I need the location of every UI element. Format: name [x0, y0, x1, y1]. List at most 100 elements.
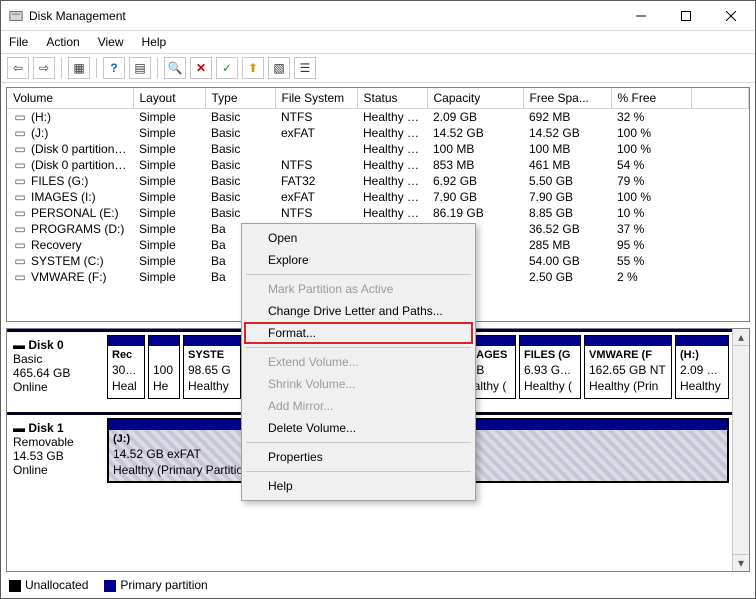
- legend-primary: Primary partition: [104, 578, 207, 592]
- cell: Basic: [205, 141, 275, 157]
- disk0-partition[interactable]: (H:)2.09 GBHealthy: [675, 335, 729, 399]
- partition-name: Rec: [112, 349, 132, 361]
- disk1-name: Disk 1: [28, 421, 63, 435]
- disk-management-window: Disk Management File Action View Help ⇦ …: [0, 0, 756, 599]
- search-icon[interactable]: 🔍: [164, 57, 186, 79]
- volume-icon: ▭: [13, 254, 27, 268]
- cell: Simple: [133, 125, 205, 141]
- ctx-mark-active: Mark Partition as Active: [244, 278, 473, 300]
- swatch-black: [9, 580, 21, 592]
- column-header[interactable]: File System: [275, 88, 357, 109]
- menu-help[interactable]: Help: [140, 33, 169, 51]
- ctx-separator: [246, 274, 471, 275]
- menu-view[interactable]: View: [96, 33, 126, 51]
- ctx-properties[interactable]: Properties: [244, 446, 473, 468]
- titlebar[interactable]: Disk Management: [1, 1, 755, 31]
- scroll-up-icon[interactable]: ▴: [733, 329, 749, 346]
- column-header[interactable]: Status: [357, 88, 427, 109]
- cell: 100 MB: [427, 141, 523, 157]
- volume-icon: ▭: [13, 174, 27, 188]
- toolbar-separator: [157, 58, 158, 78]
- volume-row[interactable]: ▭IMAGES (I:)SimpleBasicexFATHealthy (P..…: [7, 189, 749, 205]
- disk0-size: 465.64 GB: [13, 366, 70, 380]
- partition-status: Healthy (: [524, 379, 572, 393]
- cell: Basic: [205, 109, 275, 126]
- cell: ▭PERSONAL (E:): [7, 205, 133, 221]
- partition-size: 6.93 GB F: [524, 363, 579, 377]
- menu-action[interactable]: Action: [44, 33, 81, 51]
- partition-body: VMWARE (F162.65 GB NTHealthy (Prin: [585, 346, 671, 397]
- volume-row[interactable]: ▭FILES (G:)SimpleBasicFAT32Healthy (P...…: [7, 173, 749, 189]
- cell: ▭VMWARE (F:): [7, 269, 133, 285]
- ctx-explore[interactable]: Explore: [244, 249, 473, 271]
- disk1-drive-icon: ▬: [13, 421, 25, 435]
- disk0-partition[interactable]: VMWARE (F162.65 GB NTHealthy (Prin: [584, 335, 672, 399]
- column-header[interactable]: Volume: [7, 88, 133, 109]
- ctx-separator: [246, 347, 471, 348]
- volume-row[interactable]: ▭PERSONAL (E:)SimpleBasicNTFSHealthy (P.…: [7, 205, 749, 221]
- maximize-button[interactable]: [663, 2, 708, 30]
- close-button[interactable]: [708, 2, 753, 30]
- cell: Basic: [205, 125, 275, 141]
- title: Disk Management: [9, 9, 618, 23]
- back-arrow-icon[interactable]: ⇦: [7, 57, 29, 79]
- cell: ▭(H:): [7, 109, 133, 126]
- column-header[interactable]: Free Spa...: [523, 88, 611, 109]
- help-icon[interactable]: ?: [103, 57, 125, 79]
- partition-status: Healthy (Prin: [589, 379, 658, 393]
- new-icon[interactable]: ▧: [268, 57, 290, 79]
- volume-row[interactable]: ▭(H:)SimpleBasicNTFSHealthy (P...2.09 GB…: [7, 109, 749, 126]
- list-icon[interactable]: ☰: [294, 57, 316, 79]
- vertical-scrollbar[interactable]: ▴ ▾: [732, 329, 749, 571]
- volume-icon: ▭: [13, 206, 27, 220]
- ctx-format[interactable]: Format...: [244, 322, 473, 344]
- disk0-label[interactable]: ▬ Disk 0 Basic 465.64 GB Online: [7, 332, 107, 402]
- disk0-partition[interactable]: FILES (G6.93 GB FHealthy (: [519, 335, 581, 399]
- cell: 2.50 GB: [523, 269, 611, 285]
- cell: 100 MB: [523, 141, 611, 157]
- window-buttons: [618, 2, 753, 30]
- ctx-change-letter[interactable]: Change Drive Letter and Paths...: [244, 300, 473, 322]
- minimize-button[interactable]: [618, 2, 663, 30]
- disk1-label[interactable]: ▬ Disk 1 Removable 14.53 GB Online: [7, 415, 107, 486]
- column-header[interactable]: Layout: [133, 88, 205, 109]
- column-header[interactable]: % Free: [611, 88, 691, 109]
- partition-size: 2.09 GB: [680, 363, 724, 377]
- disk0-partition[interactable]: SYSTE98.65 GHealthy: [183, 335, 241, 399]
- checkmark-icon[interactable]: ✓: [216, 57, 238, 79]
- volume-icon: ▭: [13, 238, 27, 252]
- cell: FAT32: [275, 173, 357, 189]
- cell: 100 %: [611, 125, 691, 141]
- scroll-down-icon[interactable]: ▾: [733, 554, 749, 571]
- ctx-separator: [246, 471, 471, 472]
- cell: 2 %: [611, 269, 691, 285]
- volume-icon: ▭: [13, 142, 27, 156]
- ctx-help[interactable]: Help: [244, 475, 473, 497]
- ctx-delete-volume[interactable]: Delete Volume...: [244, 417, 473, 439]
- column-header[interactable]: Capacity: [427, 88, 523, 109]
- volume-row[interactable]: ▭(Disk 0 partition 5)SimpleBasicNTFSHeal…: [7, 157, 749, 173]
- cell: Basic: [205, 205, 275, 221]
- partition-name: (J:): [113, 433, 130, 445]
- cell: Healthy (P...: [357, 173, 427, 189]
- cell: 54.00 GB: [523, 253, 611, 269]
- forward-arrow-icon[interactable]: ⇨: [33, 57, 55, 79]
- volume-row[interactable]: ▭(J:)SimpleBasicexFATHealthy ( ...14.52 …: [7, 125, 749, 141]
- partition-body: Rec 300 M Heal: [108, 346, 144, 397]
- ctx-open[interactable]: Open: [244, 227, 473, 249]
- partition-status: Heal: [112, 379, 137, 393]
- cell: Healthy ( ...: [357, 157, 427, 173]
- disk0-partition[interactable]: 100He: [148, 335, 180, 399]
- properties-icon[interactable]: ▤: [129, 57, 151, 79]
- delete-icon[interactable]: ✕: [190, 57, 212, 79]
- legend-unallocated-label: Unallocated: [25, 578, 88, 592]
- column-header[interactable]: Type: [205, 88, 275, 109]
- volume-row[interactable]: ▭(Disk 0 partition 2)SimpleBasicHealthy …: [7, 141, 749, 157]
- partition-name: SYSTE: [188, 349, 224, 361]
- disk0-partition[interactable]: Rec 300 M Heal: [107, 335, 145, 399]
- partition-name: (H:): [680, 349, 699, 361]
- table-view-icon[interactable]: ▦: [68, 57, 90, 79]
- partition-size: 300 M: [112, 363, 144, 377]
- folder-up-icon[interactable]: ⬆: [242, 57, 264, 79]
- menu-file[interactable]: File: [7, 33, 30, 51]
